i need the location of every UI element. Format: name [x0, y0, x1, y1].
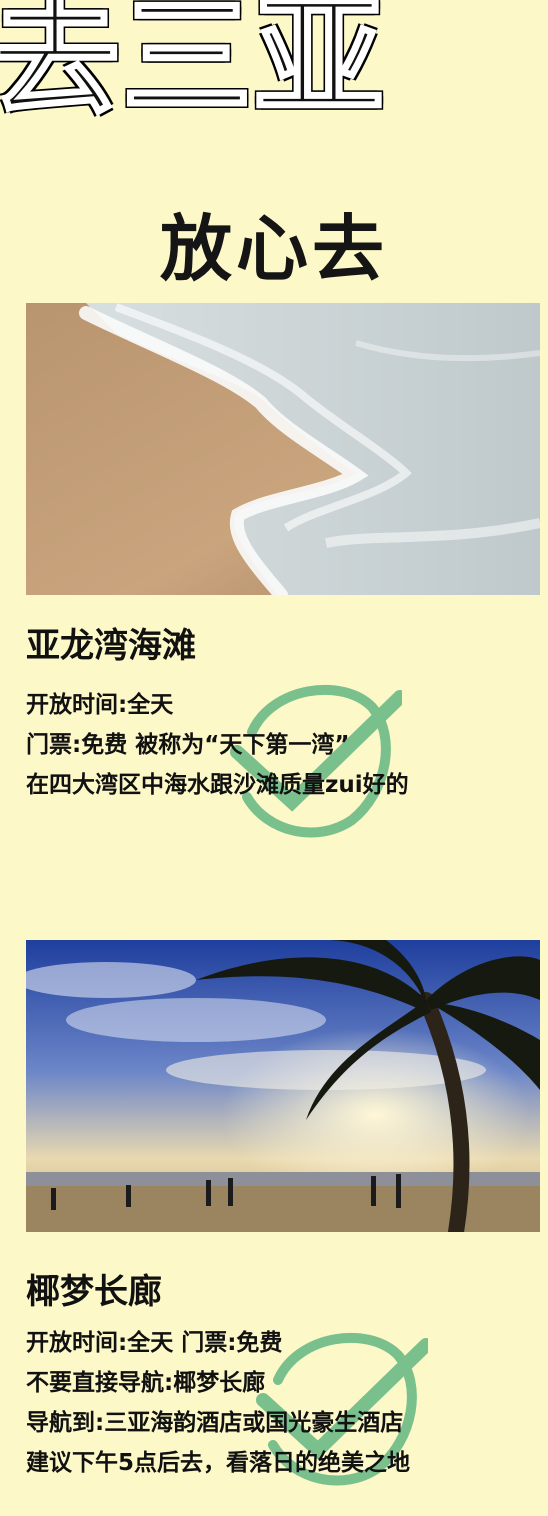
spot-info-yemeng: 开放时间:全天 门票:免费 不要直接导航:椰梦长廊 导航到:三亚海韵酒店或国光豪… — [26, 1323, 410, 1483]
spot-info-line: 导航到:三亚海韵酒店或国光豪生酒店 — [26, 1410, 404, 1436]
palm-sunset-photo — [26, 940, 540, 1232]
spot-info-line: 建议下午5点后去，看落日的绝美之地 — [26, 1450, 411, 1476]
page-subtitle: 放心去 — [159, 207, 388, 291]
spot-info-line: 开放时间:全天 门票:免费 — [26, 1330, 283, 1356]
spot-info-yalongwan: 开放时间:全天 门票:免费 被称为“天下第一湾” 在四大湾区中海水跟沙滩质量zu… — [26, 685, 409, 805]
spot-info-line: 在四大湾区中海水跟沙滩质量zui好的 — [26, 772, 409, 798]
page-title: 去三亚 — [0, 0, 387, 133]
spot-info-line: 开放时间:全天 — [26, 692, 174, 718]
spot-title-yemeng: 椰梦长廊 — [26, 1272, 162, 1312]
beach-waves-photo — [26, 303, 540, 595]
spot-info-line: 不要直接导航:椰梦长廊 — [26, 1370, 266, 1396]
spot-title-yalongwan: 亚龙湾海滩 — [26, 626, 196, 666]
spot-info-line: 门票:免费 被称为“天下第一湾” — [26, 732, 350, 758]
